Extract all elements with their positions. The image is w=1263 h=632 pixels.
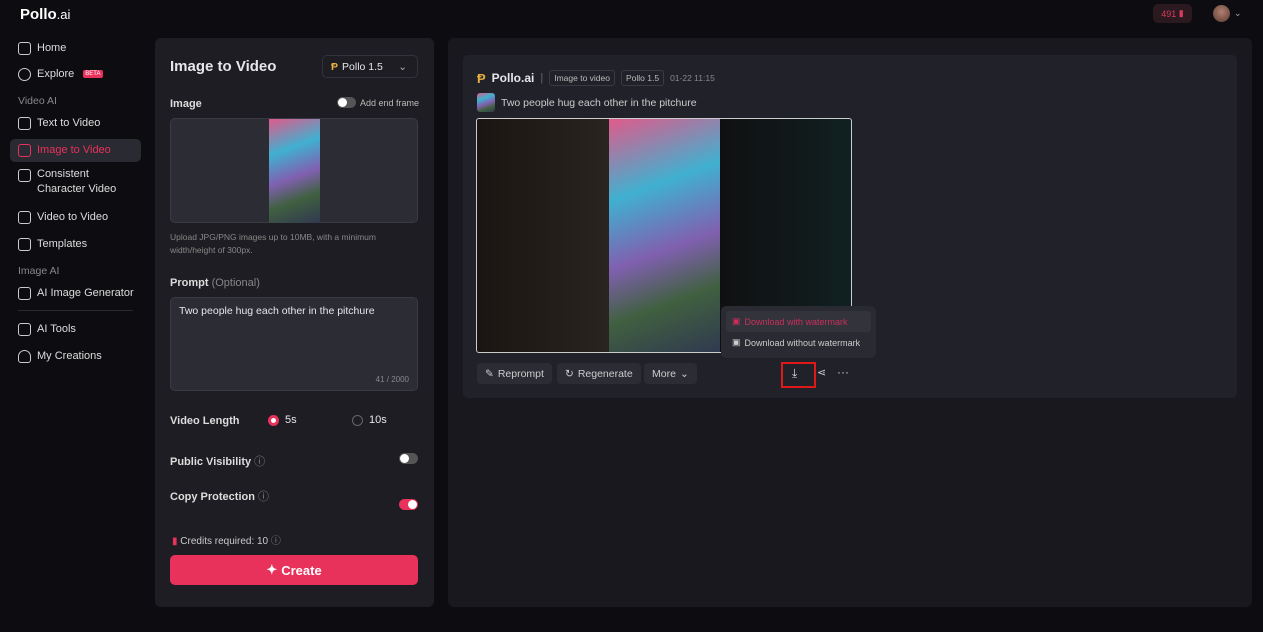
label: AI Image Generator xyxy=(37,287,134,299)
sidebar-item-my-creations[interactable]: My Creations xyxy=(18,346,102,366)
image-label: Image xyxy=(170,98,202,110)
length-option-10s[interactable]: 10s xyxy=(352,414,387,426)
compass-icon xyxy=(18,67,31,81)
tools-icon xyxy=(18,322,31,336)
brand: Pollo.ai xyxy=(491,71,535,85)
pollo-logo-icon: Ᵽ xyxy=(477,70,486,86)
end-frame-toggle[interactable] xyxy=(337,97,356,108)
section-video-ai: Video AI xyxy=(18,95,57,107)
download-without-watermark[interactable]: ▣ Download without watermark xyxy=(726,332,871,353)
video-frame xyxy=(609,119,720,352)
label: Add end frame xyxy=(360,97,420,108)
label: Explore xyxy=(37,68,75,80)
char-count: 41 / 2000 xyxy=(375,375,409,384)
avatar[interactable] xyxy=(1213,5,1230,22)
reprompt-button[interactable]: ✎ Reprompt xyxy=(477,363,552,384)
more-button[interactable]: More ⌄ xyxy=(644,363,697,384)
label: AI Tools xyxy=(37,323,76,335)
public-visibility-label: Public Visibility ⓘ xyxy=(170,456,266,468)
label: Templates xyxy=(37,238,88,250)
sidebar-item-home[interactable]: Home xyxy=(18,38,66,58)
home-icon xyxy=(18,41,31,55)
copy-protection-label: Copy Protection ⓘ xyxy=(170,491,270,503)
download-menu: ▣ Download with watermark ▣ Download witho… xyxy=(721,306,876,358)
credits-required: ▮ Credits required: 10 ⓘ xyxy=(172,536,281,547)
radio-checked[interactable] xyxy=(268,414,279,426)
watermark-icon: ▣ xyxy=(732,316,741,326)
sidebar-item-consistent-character[interactable]: Consistent Character Video xyxy=(18,167,117,199)
result-header: Ᵽ Pollo.ai | Image to video Pollo 1.5 01… xyxy=(477,70,715,86)
more-options-icon[interactable]: ··· xyxy=(837,365,849,379)
label: My Creations xyxy=(37,350,102,362)
image-icon: ▣ xyxy=(732,337,741,347)
copy-protection-toggle[interactable] xyxy=(399,499,418,510)
label: Consistent Character Video xyxy=(37,168,117,195)
coin-icon: ▮ xyxy=(172,536,178,547)
refresh-icon: ↻ xyxy=(565,367,574,380)
templates-icon xyxy=(18,237,31,251)
public-visibility-toggle[interactable] xyxy=(399,453,418,464)
text-video-icon xyxy=(18,116,31,130)
label: Video to Video xyxy=(37,211,109,223)
label: Text to Video xyxy=(37,117,101,129)
prompt-label: Prompt (Optional) xyxy=(170,277,260,289)
label: Image to Video xyxy=(37,144,111,156)
logo[interactable]: Pollo.ai xyxy=(20,6,70,23)
chevron-down-icon[interactable]: ⌄ xyxy=(1234,8,1242,19)
upload-hint: Upload JPG/PNG images up to 10MB, with a… xyxy=(170,232,376,255)
sidebar-item-image-to-video[interactable]: Image to Video xyxy=(18,140,111,160)
prompt-input[interactable]: Two people hug each other in the pitchur… xyxy=(170,297,418,391)
image-gen-icon xyxy=(18,286,31,300)
create-button[interactable]: ✦ Create xyxy=(170,555,418,585)
video-length-label: Video Length xyxy=(170,415,240,427)
info-icon[interactable]: ⓘ xyxy=(254,456,265,468)
sparkle-icon: ✦ xyxy=(266,562,278,577)
sidebar-item-ai-image-generator[interactable]: AI Image Generator xyxy=(18,283,134,303)
model-select[interactable]: Ᵽ Pollo 1.5 ⌄ xyxy=(322,55,418,78)
pencil-icon: ✎ xyxy=(485,367,494,380)
section-image-ai: Image AI xyxy=(18,265,60,277)
sidebar-item-templates[interactable]: Templates xyxy=(18,234,87,254)
separator: | xyxy=(540,72,544,84)
video-icon xyxy=(18,210,31,224)
user-icon xyxy=(18,349,31,363)
sidebar-item-text-to-video[interactable]: Text to Video xyxy=(18,113,100,133)
uploaded-image-thumbnail xyxy=(269,119,320,223)
chevron-down-icon: ⌄ xyxy=(398,60,407,73)
prompt-thumbnail xyxy=(477,93,495,112)
regenerate-button[interactable]: ↻ Regenerate xyxy=(557,363,641,384)
beta-badge: BETA xyxy=(83,70,103,78)
sidebar-item-video-to-video[interactable]: Video to Video xyxy=(18,207,108,227)
image-video-icon xyxy=(18,143,31,157)
info-icon[interactable]: ⓘ xyxy=(258,491,269,503)
divider xyxy=(18,310,133,311)
page-title: Image to Video xyxy=(170,58,277,75)
pollo-logo-icon: Ᵽ xyxy=(331,60,339,73)
timestamp: 01-22 11:15 xyxy=(670,73,715,83)
sidebar-item-ai-tools[interactable]: AI Tools xyxy=(18,319,76,339)
label: Home xyxy=(37,42,67,54)
credits-badge[interactable]: 491 ▮ xyxy=(1153,4,1192,23)
download-with-watermark[interactable]: ▣ Download with watermark xyxy=(726,311,871,332)
character-icon xyxy=(18,169,31,182)
result-prompt: Two people hug each other in the pitchur… xyxy=(501,97,697,109)
coin-icon: ▮ xyxy=(1178,8,1184,18)
length-option-5s[interactable]: 5s xyxy=(268,414,297,426)
chevron-down-icon: ⌄ xyxy=(679,367,689,380)
info-icon[interactable]: ⓘ xyxy=(271,536,281,547)
sidebar-item-explore[interactable]: Explore BETA xyxy=(18,64,103,84)
end-frame-toggle-row[interactable]: Add end frame xyxy=(337,97,419,108)
image-upload-area[interactable] xyxy=(170,118,418,223)
radio-unchecked[interactable] xyxy=(352,414,363,426)
share-icon[interactable]: ⋖ xyxy=(817,366,826,379)
model-tag: Pollo 1.5 xyxy=(620,70,665,86)
highlight-box xyxy=(781,362,816,388)
mode-tag: Image to video xyxy=(549,70,615,86)
